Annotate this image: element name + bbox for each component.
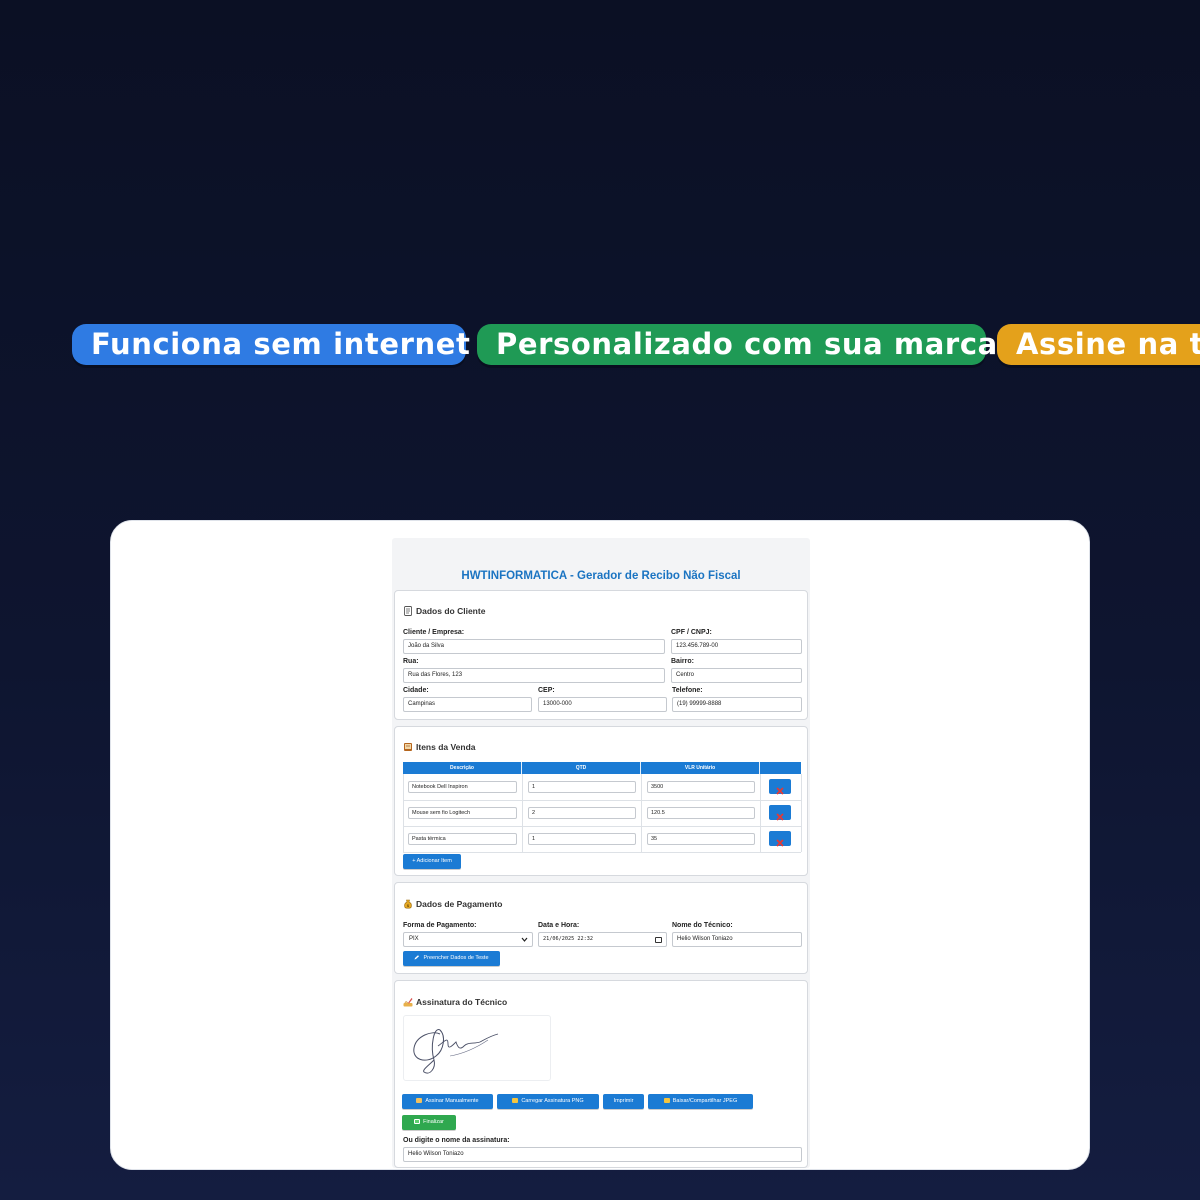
screenshot-card: HWTINFORMATICA - Gerador de Recibo Não F… — [110, 520, 1090, 1170]
chevron-down-icon — [521, 937, 528, 942]
data-input[interactable]: 21/06/2025 22:32 — [538, 932, 667, 947]
feature-pills: Funciona sem internet Personalizado com … — [72, 324, 1200, 368]
close-icon — [776, 834, 784, 847]
book-icon — [404, 743, 412, 751]
row-desc-input[interactable]: Mouse sem fio Logitech — [408, 807, 517, 819]
app-title: HWTINFORMATICA - Gerador de Recibo Não F… — [461, 570, 741, 582]
signature-drawing — [413, 1029, 499, 1074]
finalize-label: Finalizar — [423, 1119, 444, 1125]
image-icon — [663, 1098, 670, 1103]
pencil-icon — [414, 955, 420, 960]
tecnico-label: Nome do Técnico: — [672, 922, 733, 929]
telefone-label: Telefone: — [672, 687, 703, 694]
tecnico-input[interactable]: Helio Wilson Toniazo — [672, 932, 802, 947]
cliente-input[interactable]: João da Silva — [403, 639, 665, 654]
data-value: 21/06/2025 22:32 — [543, 936, 593, 942]
client-section-title: Dados do Cliente — [403, 606, 485, 616]
sign-manually-button[interactable]: Assinar Manualmente — [402, 1094, 493, 1109]
signature-section-title: Assinatura do Técnico — [403, 997, 507, 1007]
col-descricao: Descrição — [403, 762, 522, 774]
cliente-label: Cliente / Empresa: — [403, 629, 465, 636]
hand-icon — [416, 1098, 423, 1103]
pill-sign: Assine na te — [997, 324, 1200, 365]
items-section-title: Itens da Venda — [403, 742, 476, 752]
items-table-header: Descrição QTD VLR Unitário — [403, 762, 801, 774]
writing-hand-icon — [403, 998, 413, 1007]
money-bag-icon: $ — [404, 899, 412, 909]
row-vlr-input[interactable]: 35 — [647, 833, 755, 845]
check-icon — [414, 1119, 421, 1124]
row-vlr-input[interactable]: 3500 — [647, 781, 755, 793]
telefone-input[interactable]: (19) 99999-8888 — [672, 697, 802, 712]
cidade-input[interactable]: Campinas — [403, 697, 532, 712]
client-title-text: Dados do Cliente — [416, 606, 486, 616]
cep-label: CEP: — [538, 687, 555, 694]
sign-manually-label: Assinar Manualmente — [425, 1098, 479, 1104]
upload-signature-label: Carregar Assinatura PNG — [521, 1098, 584, 1104]
row-qtd-input[interactable]: 1 — [528, 781, 636, 793]
forma-label: Forma de Pagamento: — [403, 922, 477, 929]
receipt-app: HWTINFORMATICA - Gerador de Recibo Não F… — [392, 538, 810, 1168]
forma-select[interactable]: PIX — [403, 932, 533, 947]
download-share-label: Baixar/Compartilhar JPEG — [672, 1098, 738, 1104]
col-vlr: VLR Unitário — [641, 762, 760, 774]
cpf-label: CPF / CNPJ: — [671, 629, 712, 636]
forma-selected: PIX — [409, 936, 419, 942]
print-button[interactable]: Imprimir — [603, 1094, 644, 1109]
signature-title-text: Assinatura do Técnico — [416, 997, 508, 1007]
row-qtd-input[interactable]: 1 — [528, 833, 636, 845]
cpf-input[interactable]: 123.456.789-00 — [671, 639, 802, 654]
close-icon — [776, 782, 784, 795]
bairro-input[interactable]: Centro — [671, 668, 802, 683]
download-share-button[interactable]: Baixar/Compartilhar JPEG — [648, 1094, 753, 1109]
signature-section: Assinatura do Técnico Assinar Manualment… — [394, 980, 808, 1168]
payment-section: $ Dados de Pagamento Forma de Pagamento: … — [394, 882, 808, 974]
row-qtd-input[interactable]: 2 — [528, 807, 636, 819]
remove-item-button[interactable] — [769, 779, 791, 795]
items-section: Itens da Venda Descrição QTD VLR Unitári… — [394, 726, 808, 876]
bairro-label: Bairro: — [671, 658, 694, 665]
col-qtd: QTD — [522, 762, 641, 774]
folder-icon — [512, 1098, 519, 1103]
row-desc-input[interactable]: Pasta térmica — [408, 833, 517, 845]
data-label: Data e Hora: — [538, 922, 580, 929]
remove-item-button[interactable] — [769, 831, 791, 847]
add-item-button[interactable]: + Adicionar Item — [403, 854, 461, 869]
close-icon — [776, 808, 784, 821]
typed-signature-label: Ou digite o nome da assinatura: — [403, 1137, 510, 1144]
signature-canvas[interactable] — [403, 1015, 551, 1081]
row-desc-input[interactable]: Notebook Dell Inspiron — [408, 781, 517, 793]
cep-input[interactable]: 13000-000 — [538, 697, 667, 712]
payment-section-title: $ Dados de Pagamento — [403, 899, 502, 909]
fill-test-data-label: Preencher Dados de Teste — [423, 955, 489, 961]
typed-signature-input[interactable]: Helio Wilson Toniazo — [403, 1147, 802, 1162]
pill-offline: Funciona sem internet — [72, 324, 470, 365]
calendar-icon[interactable] — [655, 937, 662, 943]
pill-branding: Personalizado com sua marca — [477, 324, 997, 365]
payment-title-text: Dados de Pagamento — [416, 899, 503, 909]
rua-label: Rua: — [403, 658, 419, 665]
items-title-text: Itens da Venda — [416, 742, 476, 752]
client-section: Dados do Cliente Cliente / Empresa: João… — [394, 590, 808, 720]
fill-test-data-button[interactable]: Preencher Dados de Teste — [403, 951, 500, 966]
rua-input[interactable]: Rua das Flores, 123 — [403, 668, 665, 683]
cidade-label: Cidade: — [403, 687, 429, 694]
document-icon — [404, 606, 412, 616]
row-vlr-input[interactable]: 120.5 — [647, 807, 755, 819]
remove-item-button[interactable] — [769, 805, 791, 821]
upload-signature-button[interactable]: Carregar Assinatura PNG — [497, 1094, 599, 1109]
finalize-button[interactable]: Finalizar — [402, 1115, 456, 1130]
